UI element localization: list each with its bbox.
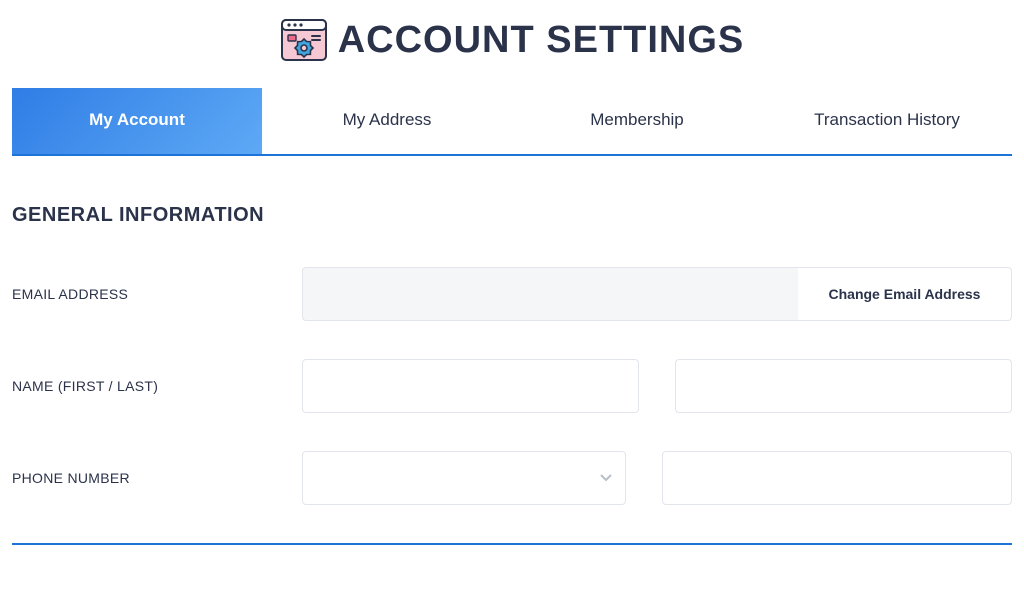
label-name: NAME (FIRST / LAST) <box>12 378 302 394</box>
row-name: NAME (FIRST / LAST) <box>12 359 1012 413</box>
page-title: ACCOUNT SETTINGS <box>338 19 745 62</box>
last-name-field[interactable] <box>675 359 1012 413</box>
phone-code-select-wrap <box>302 451 626 505</box>
first-name-field[interactable] <box>302 359 639 413</box>
phone-code-select[interactable] <box>302 451 626 505</box>
change-email-button[interactable]: Change Email Address <box>798 267 1012 321</box>
row-email: EMAIL ADDRESS Change Email Address <box>12 267 1012 321</box>
tab-my-address[interactable]: My Address <box>262 88 512 154</box>
tab-transaction-history[interactable]: Transaction History <box>762 88 1012 154</box>
label-phone: PHONE NUMBER <box>12 470 302 486</box>
tab-membership[interactable]: Membership <box>512 88 762 154</box>
page-header: ACCOUNT SETTINGS <box>12 0 1012 88</box>
section-divider <box>12 543 1012 545</box>
label-email: EMAIL ADDRESS <box>12 286 302 302</box>
row-phone: PHONE NUMBER <box>12 451 1012 505</box>
email-field <box>302 267 798 321</box>
tab-bar: My Account My Address Membership Transac… <box>12 88 1012 156</box>
phone-number-field[interactable] <box>662 451 1012 505</box>
settings-icon <box>280 18 328 62</box>
section-general-title: GENERAL INFORMATION <box>12 204 1012 227</box>
tab-my-account[interactable]: My Account <box>12 88 262 154</box>
